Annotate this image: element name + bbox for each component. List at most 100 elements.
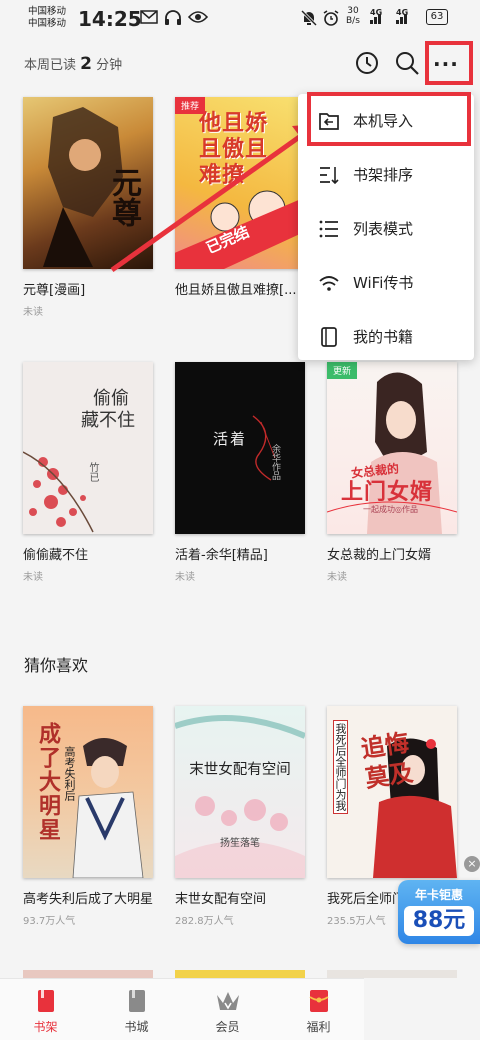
search-icon (396, 52, 419, 75)
menu-item-wifi-transfer[interactable]: WiFi传书 (298, 256, 474, 309)
recommend-book[interactable]: 末世女配有空间 扬笙落笔 末世女配有空间 282.8万人气 (175, 706, 305, 927)
wifi-icon (319, 276, 339, 291)
speed-value: 30 (347, 6, 359, 16)
close-icon[interactable]: × (464, 856, 480, 872)
more-button-highlight (425, 41, 473, 85)
shelf-book[interactable]: 他且娇 且傲且 难撩 已完结 推荐 他且娇且傲且难撩[... (175, 97, 305, 303)
clock-icon (356, 52, 378, 74)
menu-label: WiFi传书 (353, 274, 414, 292)
cover-author: 扬笙落笔 (220, 838, 260, 849)
nav-bookstore[interactable]: 书城 (91, 979, 182, 1040)
shelf-book[interactable]: 活着 余华作品 活着-余华[精品] 未读 (175, 362, 305, 583)
book-cover: 偷偷 藏不住 竹已 (23, 362, 153, 534)
update-badge: 更新 (327, 362, 358, 379)
book-title: 活着-余华[精品] (175, 548, 268, 563)
book-cover: 我死后全师门为我 追悔莫及 (327, 706, 457, 878)
book-title: 偷偷藏不住 (23, 548, 89, 563)
nav-gap (364, 978, 480, 1040)
vip-crown-icon (217, 992, 239, 1010)
book-title: 高考失利后成了大明星 (23, 892, 153, 907)
cover-title: 上门女婿 (341, 480, 434, 505)
nav-label: 书架 (33, 1020, 58, 1034)
book-title: 元尊[漫画] (23, 283, 86, 298)
menu-item-list-mode[interactable]: 列表模式 (298, 202, 474, 255)
recommend-section-title: 猜你喜欢 (24, 656, 89, 675)
signal-icon (370, 12, 384, 24)
cover-author: 竹已 (87, 462, 98, 482)
cover-title-line: 偷偷 (93, 388, 129, 409)
book-cover: 活着 余华作品 (175, 362, 305, 534)
list-icon (319, 220, 338, 238)
cover-title: 元尊 (106, 167, 141, 227)
speed-unit: B/s (346, 16, 360, 26)
cover-side-text: 我死后全师门为我 (333, 720, 348, 814)
book-cover: 末世女配有空间 扬笙落笔 (175, 706, 305, 878)
weekly-reading-summary: 本周已读 2 分钟 (24, 54, 122, 74)
battery-indicator: 63 (426, 9, 448, 25)
import-highlight (307, 92, 471, 146)
recommend-badge: 推荐 (175, 97, 206, 114)
book-popularity: 282.8万人气 (175, 916, 234, 927)
cover-side-text: 高考失利后 (63, 746, 76, 801)
book-title: 女总裁的上门女婿 (327, 548, 432, 563)
promo-line2: 88元 (404, 906, 474, 936)
book-cover-partial (23, 970, 153, 978)
mail-icon (140, 10, 158, 27)
book-popularity: 93.7万人气 (23, 916, 76, 927)
alarm-icon (322, 10, 340, 29)
carrier-2: 中国移动 (28, 18, 67, 29)
book-status: 未读 (327, 572, 347, 583)
recommend-book[interactable]: 成了大明星 高考失利后 高考失利后成了大明星 93.7万人气 (23, 706, 153, 927)
menu-label: 列表模式 (353, 220, 414, 238)
menu-label: 书架排序 (353, 166, 414, 184)
signal-icon (396, 12, 410, 24)
book-cover-partial (327, 970, 457, 978)
book-cover: 他且娇 且傲且 难撩 已完结 推荐 (175, 97, 305, 269)
bookshelf-icon (38, 990, 54, 1012)
nav-vip[interactable]: 会员 (182, 979, 273, 1040)
menu-label: 我的书籍 (353, 328, 414, 346)
nav-welfare[interactable]: 福利 (273, 979, 364, 1040)
book-title: 他且娇且傲且难撩[... (175, 283, 297, 298)
eye-icon (187, 10, 209, 27)
history-button[interactable] (354, 50, 382, 78)
book-status: 未读 (23, 307, 43, 318)
carrier-1: 中国移动 (28, 6, 67, 17)
promo-line1: 年卡钜惠 (414, 888, 463, 902)
shelf-book[interactable]: 偷偷 藏不住 竹已 偷偷藏不住 未读 (23, 362, 153, 583)
book-title: 末世女配有空间 (175, 892, 267, 907)
book-icon (321, 327, 337, 347)
nav-label: 会员 (215, 1020, 240, 1034)
menu-item-my-books[interactable]: 我的书籍 (298, 310, 474, 363)
bookstore-icon (129, 990, 145, 1012)
read-prefix: 本周已读 (24, 58, 77, 73)
gift-envelope-icon (309, 990, 329, 1012)
cover-title: 成了大明星 (35, 722, 60, 842)
book-cover: 成了大明星 高考失利后 (23, 706, 153, 878)
headphones-icon (164, 10, 182, 29)
annual-card-promo[interactable]: × 年卡钜惠 88元 (398, 856, 480, 944)
book-cover-partial (175, 970, 305, 978)
cover-author: 余华作品 (270, 444, 280, 480)
shelf-book[interactable]: 元尊 元尊[漫画] 未读 (23, 97, 153, 318)
cover-title-line: 藏不住 (81, 410, 135, 431)
cover-title: 末世女配有空间 (189, 762, 291, 778)
cover-author: 一起成功◎作品 (363, 505, 418, 514)
mute-bell-icon (300, 9, 318, 29)
book-cover: 女总裁的 上门女婿 一起成功◎作品 更新 (327, 362, 457, 534)
nav-label: 书城 (124, 1020, 149, 1034)
search-button[interactable] (394, 50, 422, 78)
network-speed: 30 B/s (346, 6, 360, 26)
sort-icon (320, 167, 339, 185)
read-unit: 分钟 (96, 58, 123, 73)
shelf-book[interactable]: 女总裁的 上门女婿 一起成功◎作品 更新 女总裁的上门女婿 未读 (327, 362, 457, 583)
cover-title: 追悔莫及 (359, 728, 415, 793)
bottom-navigation: 书架 书城 会员 福利 (0, 978, 364, 1040)
nav-label: 福利 (306, 1020, 331, 1034)
status-time: 14:25 (78, 7, 142, 31)
nav-bookshelf[interactable]: 书架 (0, 979, 91, 1040)
book-status: 未读 (23, 572, 43, 583)
read-value: 2 (80, 54, 92, 74)
status-bar: 中国移动 中国移动 14:25 30 B/s 4G 4G 63 (0, 0, 480, 36)
menu-item-sort[interactable]: 书架排序 (298, 148, 474, 201)
